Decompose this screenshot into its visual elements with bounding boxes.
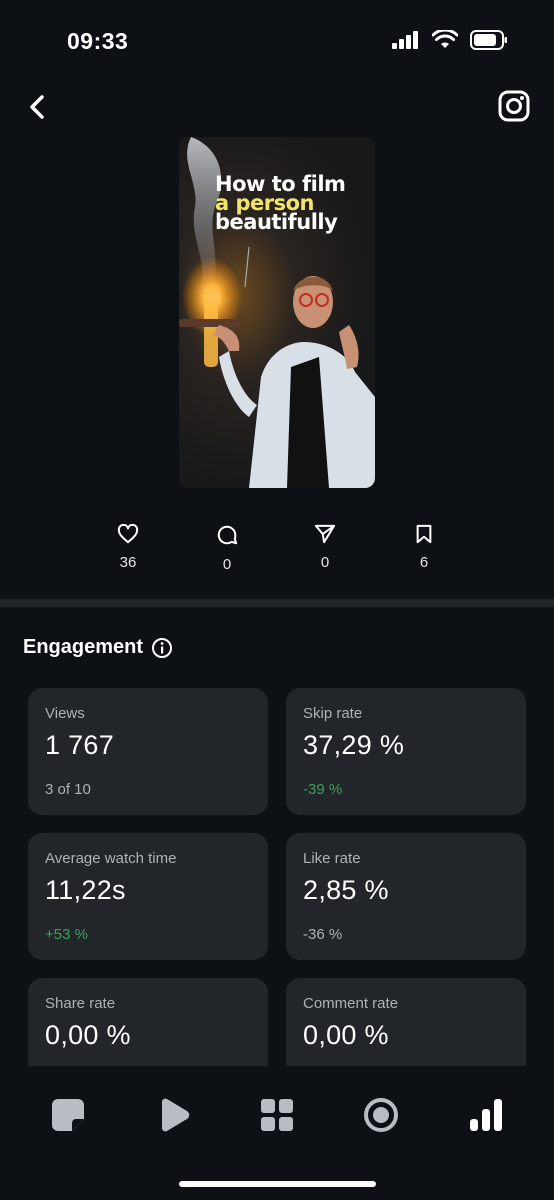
card-value: 37,29 % [303, 730, 405, 760]
saves-stat[interactable]: 6 [404, 524, 444, 571]
card-change: -36 % [303, 926, 343, 943]
comments-count: 0 [222, 556, 232, 573]
skip-rate-card[interactable]: Skip rate 37,29 % -39 % [286, 688, 526, 815]
likes-stat[interactable]: 36 [108, 524, 148, 571]
battery-icon [470, 30, 507, 50]
home-indicator [179, 1181, 376, 1187]
analytics-icon[interactable] [468, 1097, 504, 1133]
card-label: Average watch time [45, 850, 177, 867]
engagement-title: Engagement [23, 636, 144, 658]
card-value: 0,00 % [303, 1020, 389, 1050]
card-sub: 3 of 10 [45, 781, 91, 798]
comment-rate-card[interactable]: Comment rate 0,00 % [286, 978, 526, 1066]
posts-icon[interactable] [50, 1097, 86, 1133]
card-value: 0,00 % [45, 1020, 131, 1050]
card-label: Views [45, 705, 85, 722]
wifi-icon [432, 30, 458, 48]
card-value: 11,22s [45, 875, 126, 905]
thumbnail-title-line-3: beautifully [215, 210, 338, 234]
card-value: 1 767 [45, 730, 115, 760]
shares-stat[interactable]: 0 [305, 524, 345, 571]
card-label: Like rate [303, 850, 361, 867]
thumbnail-title: How to film a person beautifully [215, 174, 365, 234]
info-icon[interactable] [151, 637, 173, 659]
heart-icon [117, 524, 139, 544]
comment-icon [217, 525, 238, 545]
card-change: -39 % [303, 781, 343, 798]
bookmark-icon [416, 524, 432, 544]
likes-count: 36 [119, 554, 137, 571]
grid-icon[interactable] [259, 1097, 295, 1133]
like-rate-card[interactable]: Like rate 2,85 % -36 % [286, 833, 526, 960]
card-value: 2,85 % [303, 875, 389, 905]
card-label: Comment rate [303, 995, 399, 1012]
reels-play-icon[interactable] [156, 1097, 192, 1133]
status-time: 09:33 [67, 28, 129, 54]
signal-icon [392, 31, 418, 49]
engagement-heading: Engagement [23, 636, 173, 659]
section-divider [0, 599, 554, 607]
post-thumbnail[interactable]: How to film a person beautifully [179, 137, 375, 488]
status-icons [392, 30, 508, 50]
average-watch-time-card[interactable]: Average watch time 11,22s +53 % [28, 833, 268, 960]
back-chevron-icon[interactable] [24, 93, 52, 121]
bottom-nav [0, 1066, 554, 1200]
views-card[interactable]: Views 1 767 3 of 10 [28, 688, 268, 815]
comments-stat[interactable]: 0 [207, 524, 247, 573]
saves-count: 6 [419, 554, 429, 571]
share-rate-card[interactable]: Share rate 0,00 % [28, 978, 268, 1066]
instagram-icon[interactable] [498, 90, 530, 122]
card-label: Skip rate [303, 705, 363, 722]
shares-count: 0 [320, 554, 330, 571]
card-change: +53 % [45, 926, 88, 943]
card-label: Share rate [45, 995, 116, 1012]
record-icon[interactable] [363, 1097, 399, 1133]
send-icon [314, 524, 336, 544]
